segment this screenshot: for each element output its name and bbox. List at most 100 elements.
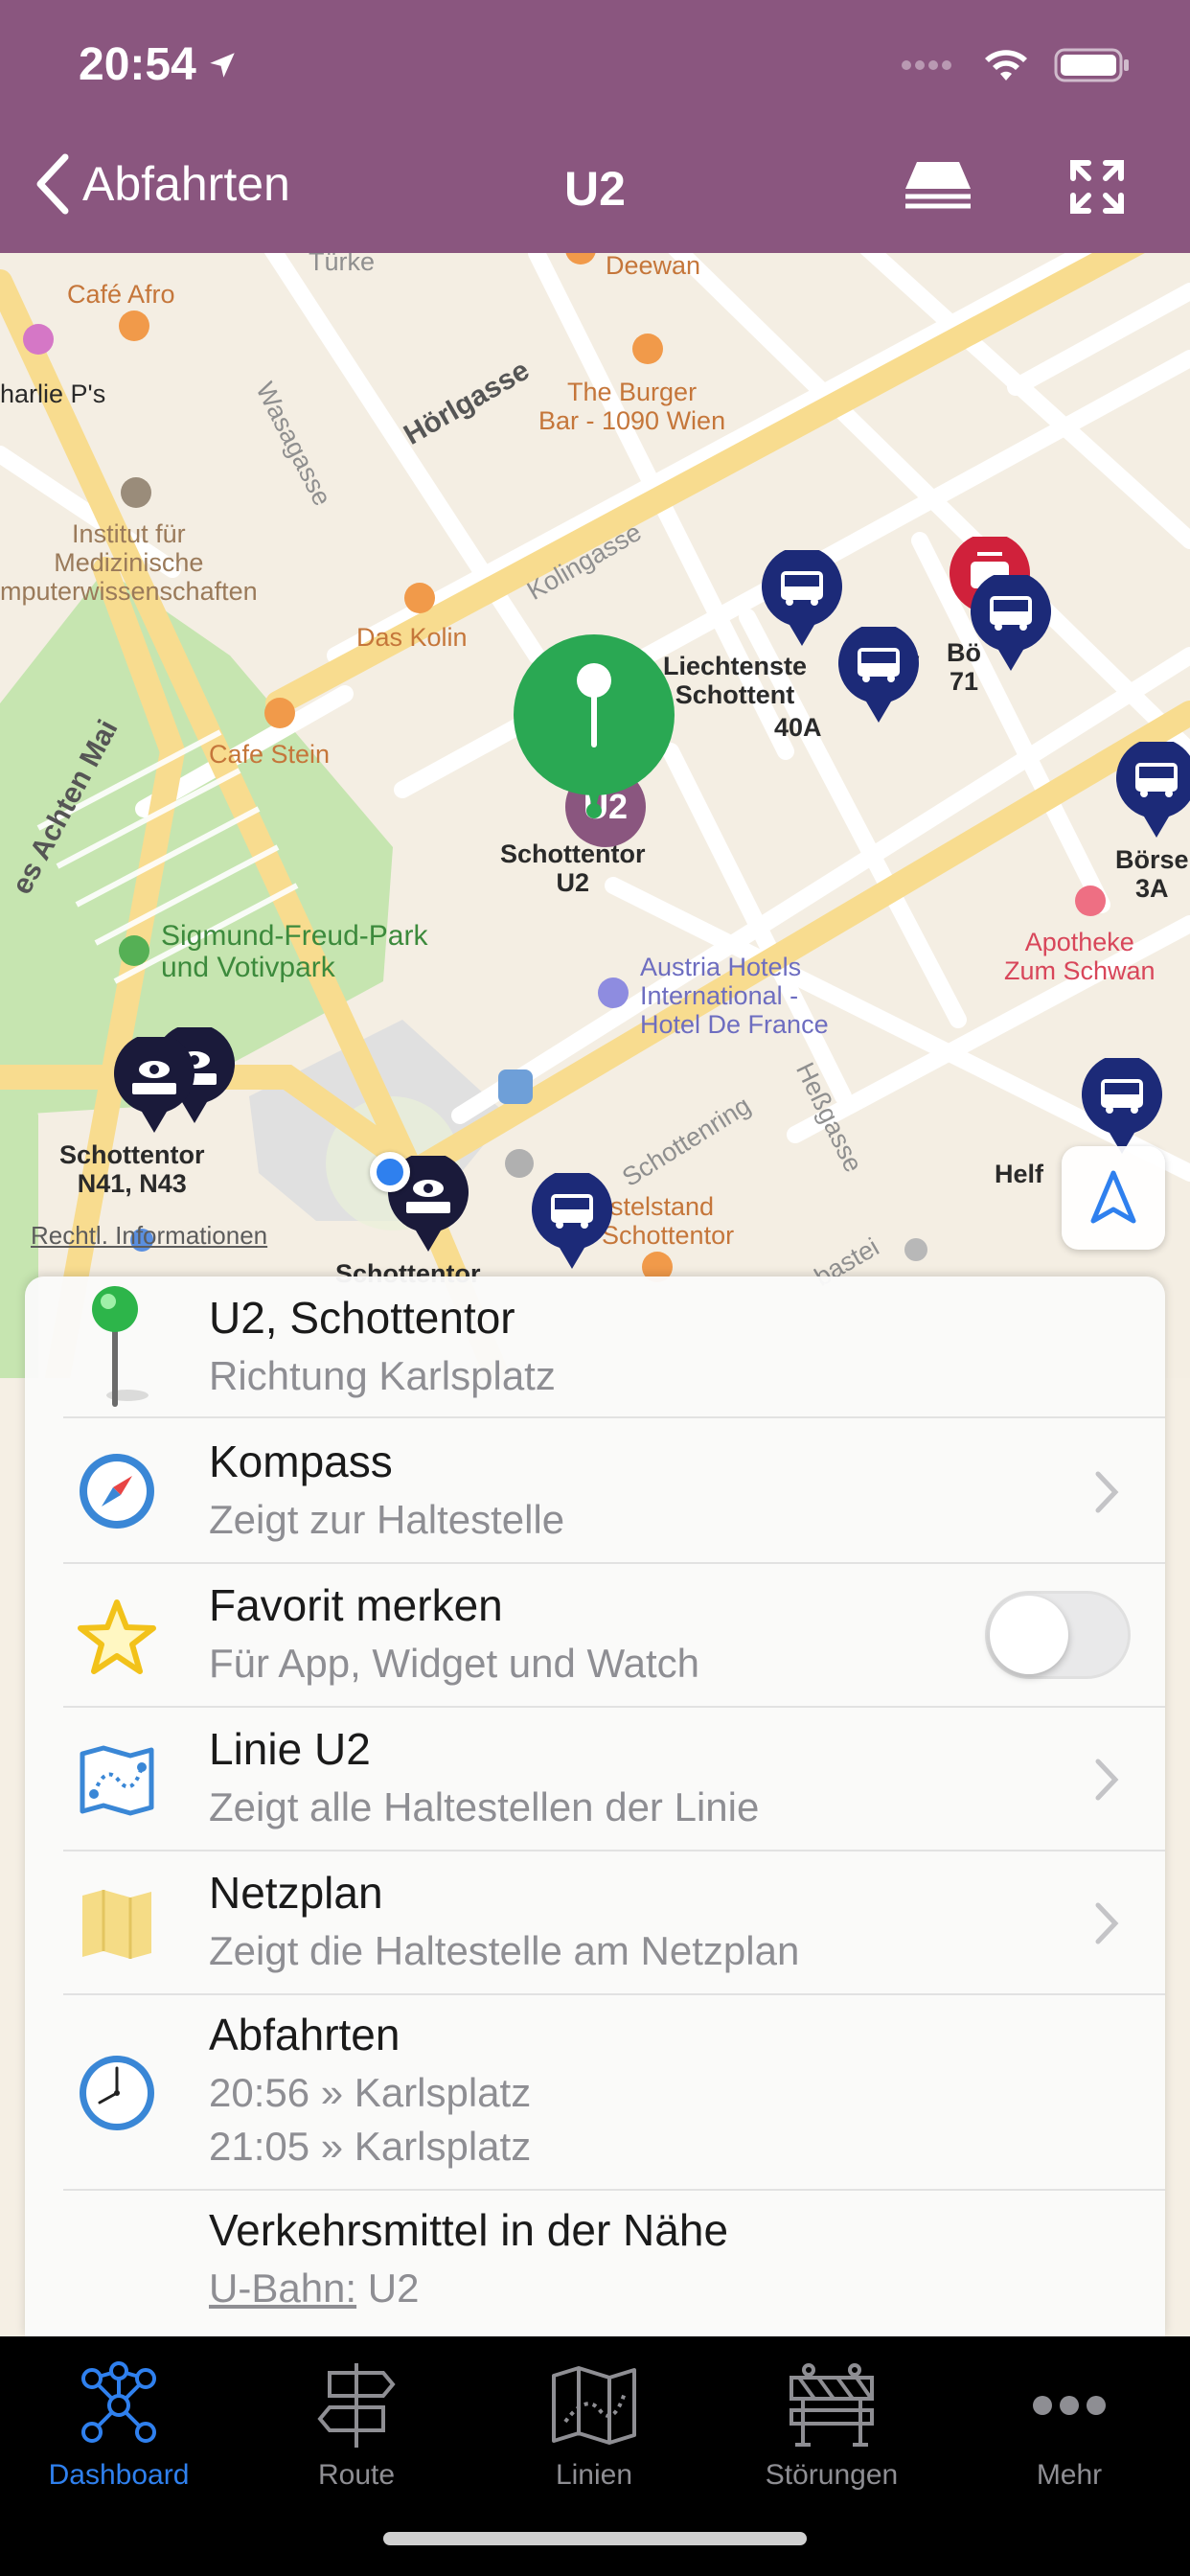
tab-label: Störungen xyxy=(765,2459,899,2491)
bus-stop-pin[interactable] xyxy=(970,575,1052,675)
departures-title: Abfahrten xyxy=(209,2010,400,2059)
list-item-nearby: Verkehrsmittel in der Nähe U-Bahn: U2 xyxy=(63,2191,1165,2334)
toggle-knob xyxy=(990,1596,1068,1674)
favorite-toggle[interactable] xyxy=(985,1591,1131,1679)
poi-cinema xyxy=(23,324,54,355)
map-label-das-kolin: Das Kolin xyxy=(356,623,468,652)
map-layers-button[interactable] xyxy=(897,153,979,220)
fullscreen-button[interactable] xyxy=(1056,153,1138,220)
user-location-dot xyxy=(370,1152,410,1192)
line-map-icon xyxy=(69,1733,165,1828)
compass-title: Kompass xyxy=(209,1437,393,1486)
green-pin-icon xyxy=(69,1284,165,1409)
poi-deewan xyxy=(565,253,596,264)
clock-text: 20:54 xyxy=(79,39,196,90)
status-bar-time: 20:54 xyxy=(79,38,239,91)
tab-dashboard[interactable]: Dashboard xyxy=(0,2346,238,2509)
tab-label: Linien xyxy=(555,2459,633,2491)
selected-stop-pin[interactable] xyxy=(512,632,676,824)
list-item-stop: U2, Schottentor Richtung Karlsplatz xyxy=(63,1276,1165,1418)
tab-linien[interactable]: Linien xyxy=(475,2346,713,2509)
network-icon xyxy=(66,2358,172,2453)
map-label-austria-hotels: Austria Hotels International - Hotel De … xyxy=(640,953,829,1039)
poi-transit xyxy=(498,1070,533,1104)
list-item-favorite: Favorit merken Für App, Widget und Watch xyxy=(63,1564,1165,1708)
signal-icon xyxy=(902,60,951,70)
navigation-arrow-icon xyxy=(1090,1170,1136,1224)
bus-stop-pin[interactable] xyxy=(837,627,920,726)
list-item-departures[interactable]: Abfahrten 20:56 » Karlsplatz 21:05 » Kar… xyxy=(63,1995,1165,2191)
compass-subtitle: Zeigt zur Haltestelle xyxy=(209,1497,565,1542)
map-label-deewan: Deewan xyxy=(606,253,701,280)
navigation-header: 20:54 Abfahrten U2 xyxy=(0,0,1190,253)
bus-stop-pin[interactable] xyxy=(1115,742,1190,841)
poi-das-kolin xyxy=(404,583,435,613)
nearby-mode-link[interactable]: U-Bahn: xyxy=(209,2266,356,2311)
folded-map-icon xyxy=(69,1876,165,1972)
map-label-40a: 40A xyxy=(774,713,822,742)
list-item-netzplan[interactable]: Netzplan Zeigt die Haltestelle am Netzpl… xyxy=(63,1852,1165,1995)
more-dots-icon xyxy=(1017,2358,1122,2453)
map-label-schottentor-u2: Schottentor U2 xyxy=(500,840,646,897)
poi-wc xyxy=(505,1149,534,1178)
poi-cafe-afro xyxy=(119,310,149,341)
netzplan-subtitle: Zeigt die Haltestelle am Netzplan xyxy=(209,1928,800,1973)
expand-icon xyxy=(1070,160,1124,214)
bus-stop-pin[interactable] xyxy=(531,1173,613,1273)
status-bar-indicators xyxy=(901,46,1131,84)
barrier-icon xyxy=(779,2358,884,2453)
bus-stop-pin[interactable] xyxy=(1081,1058,1163,1158)
poi-hotel xyxy=(598,978,629,1008)
map-label-taxistand: rstelstand Schottentor xyxy=(602,1192,735,1250)
list-item-compass[interactable]: Kompass Zeigt zur Haltestelle xyxy=(63,1418,1165,1564)
night-line-pin[interactable] xyxy=(113,1037,195,1137)
tab-storungen[interactable]: Störungen xyxy=(713,2346,950,2509)
poi-bastei xyxy=(904,1238,927,1261)
back-button[interactable]: Abfahrten xyxy=(34,153,290,215)
map-view[interactable]: Café Afro harlie P's Türke Deewan Wasaga… xyxy=(0,253,1190,1378)
legal-info-link[interactable]: Rechtl. Informationen xyxy=(31,1221,267,1251)
wifi-icon xyxy=(985,50,1027,80)
nearby-lines: U-Bahn: U2 xyxy=(209,2266,419,2312)
tab-route[interactable]: Route xyxy=(238,2346,475,2509)
map-label-cafe-stein: Cafe Stein xyxy=(209,740,331,769)
location-arrow-icon xyxy=(210,52,235,78)
map-label-turkenstrasse: Türke xyxy=(309,253,376,276)
route-map-icon xyxy=(541,2358,647,2453)
star-icon xyxy=(69,1589,165,1685)
map-label-burger-bar: The Burger Bar - 1090 Wien xyxy=(538,378,726,435)
line-title: Linie U2 xyxy=(209,1724,371,1774)
tab-label: Dashboard xyxy=(48,2459,190,2491)
poi-cafe-stein xyxy=(264,698,295,728)
poi-apotheke xyxy=(1075,886,1106,916)
nearby-line-list: U2 xyxy=(367,2266,420,2311)
battery-icon xyxy=(1054,48,1129,82)
tab-label: Mehr xyxy=(1036,2459,1103,2491)
stop-title: U2, Schottentor xyxy=(209,1293,515,1343)
poi-institut xyxy=(121,477,151,508)
departure-time-2: 21:05 » Karlsplatz xyxy=(209,2124,532,2169)
clock-icon xyxy=(69,2045,165,2141)
poi-park xyxy=(119,935,149,966)
compass-icon xyxy=(69,1443,165,1539)
map-label-institut: Institut für Medizinische mputerwissensc… xyxy=(0,519,258,606)
stop-direction: Richtung Karlsplatz xyxy=(209,1353,556,1398)
layers-icon xyxy=(905,162,971,209)
chevron-right-icon xyxy=(1095,1902,1119,1944)
map-label-schottentor-n41: Schottentor N41, N43 xyxy=(59,1140,205,1198)
map-label-liechtenstein: Liechtenste Schottent xyxy=(663,652,808,709)
signpost-icon xyxy=(304,2358,409,2453)
locate-me-button[interactable] xyxy=(1062,1146,1165,1250)
map-label-helf: Helf xyxy=(995,1160,1044,1188)
departure-time-1: 20:56 » Karlsplatz xyxy=(209,2070,532,2115)
bus-stop-pin[interactable] xyxy=(761,550,843,650)
tab-label: Route xyxy=(317,2459,396,2491)
favorite-title: Favorit merken xyxy=(209,1580,503,1630)
tab-mehr[interactable]: Mehr xyxy=(950,2346,1188,2509)
chevron-right-icon xyxy=(1095,1759,1119,1801)
list-item-line[interactable]: Linie U2 Zeigt alle Haltestellen der Lin… xyxy=(63,1708,1165,1852)
nearby-title: Verkehrsmittel in der Nähe xyxy=(209,2205,729,2255)
map-label-borse-3a: Börse 3A xyxy=(1115,845,1189,903)
chevron-left-icon xyxy=(36,153,69,215)
back-button-label: Abfahrten xyxy=(82,157,290,211)
